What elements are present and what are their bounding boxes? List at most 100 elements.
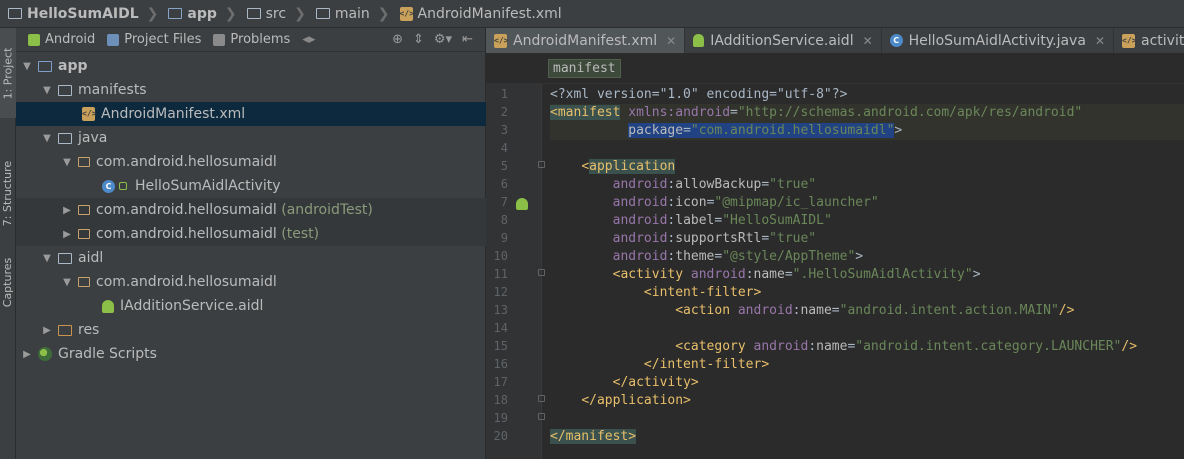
view-tab-scroll[interactable]: ◂▸	[298, 28, 323, 52]
line-number: 1	[500, 87, 508, 101]
tree-item-package-test[interactable]: ▶ com.android.hellosumaidl (test)	[16, 222, 486, 246]
chevron-right-icon: ❯	[224, 5, 237, 22]
expanded-arrow-icon[interactable]: ▼	[40, 85, 54, 96]
line-number: 7	[500, 195, 508, 209]
editor-tab-hello-activity[interactable]: C HelloSumAidlActivity.java ✕	[882, 28, 1114, 53]
folder-icon	[8, 8, 22, 19]
editor-tab-iaddition-service[interactable]: IAdditionService.aidl ✕	[685, 28, 882, 53]
tree-item-res[interactable]: ▶ res	[16, 318, 486, 342]
breadcrumb-manifest-file[interactable]: </> AndroidManifest.xml	[396, 0, 568, 27]
editor-tab-bar: </> AndroidManifest.xml ✕ IAdditionServi…	[486, 28, 1184, 54]
tree-item-iaddition-service[interactable]: IAdditionService.aidl	[16, 294, 486, 318]
problems-icon	[213, 33, 226, 46]
folder-icon	[58, 252, 72, 264]
project-panel: Android Project Files Problems ◂▸ ⊕ ⇕ ⚙▾…	[16, 28, 486, 459]
view-tab-project-files[interactable]: Project Files	[103, 28, 209, 52]
xml-structure-breadcrumb: manifest	[486, 54, 1184, 84]
chevron-right-icon: ❯	[294, 5, 306, 22]
folder-icon	[246, 8, 261, 19]
code-line-13: <action android:name="android.intent.act…	[675, 303, 1075, 318]
tree-item-package-main[interactable]: ▼ com.android.hellosumaidl	[16, 150, 486, 174]
android-icon	[693, 34, 705, 47]
navigation-breadcrumb: HelloSumAIDL ❯ app ❯ src ❯ main ❯ </> An…	[0, 0, 1184, 28]
settings-gear-icon[interactable]: ⚙▾	[434, 32, 452, 47]
close-icon[interactable]: ✕	[863, 34, 873, 48]
tree-item-android-manifest[interactable]: </> AndroidManifest.xml	[16, 102, 486, 126]
xml-file-icon: </>	[1122, 33, 1136, 48]
code-line-6: android:allowBackup="true"	[612, 177, 817, 192]
folder-icon	[58, 132, 72, 144]
close-icon[interactable]: ✕	[1095, 34, 1105, 48]
android-launcher-icon[interactable]	[516, 198, 528, 210]
tree-item-app[interactable]: ▼ app	[16, 54, 486, 78]
android-icon	[102, 299, 114, 313]
collapsed-arrow-icon[interactable]: ▶	[40, 325, 54, 336]
line-number: 4	[500, 141, 508, 155]
fold-marker-icon[interactable]	[538, 269, 545, 276]
line-number: 6	[500, 177, 508, 191]
locate-target-icon[interactable]: ⊕	[392, 32, 403, 47]
expanded-arrow-icon[interactable]: ▼	[40, 253, 54, 264]
expanded-arrow-icon[interactable]: ▼	[60, 277, 74, 288]
breadcrumb-project[interactable]: HelloSumAIDL ❯	[4, 0, 164, 27]
fold-marker-icon[interactable]	[538, 413, 545, 420]
line-number: 18	[493, 393, 508, 407]
breadcrumb-app[interactable]: app ❯	[164, 0, 242, 27]
class-icon: C	[889, 34, 903, 47]
gradle-icon	[38, 347, 52, 361]
expanded-arrow-icon[interactable]: ▼	[60, 157, 74, 168]
xml-file-icon: </>	[399, 6, 414, 21]
editor-tab-android-manifest[interactable]: </> AndroidManifest.xml ✕	[486, 28, 686, 53]
tree-item-aidl[interactable]: ▼ aidl	[16, 246, 486, 270]
expanded-arrow-icon[interactable]: ▼	[40, 133, 54, 144]
close-icon[interactable]: ✕	[666, 34, 676, 48]
package-icon	[78, 277, 90, 287]
line-number: 14	[493, 321, 508, 335]
class-icon: C	[102, 179, 115, 193]
tree-item-java[interactable]: ▼ java	[16, 126, 486, 150]
view-tab-android[interactable]: Android	[24, 28, 103, 52]
collapse-all-icon[interactable]: ⇕	[413, 32, 424, 47]
collapsed-arrow-icon[interactable]: ▶	[20, 349, 34, 360]
collapsed-arrow-icon[interactable]: ▶	[60, 229, 74, 240]
code-line-11: <activity android:name=".HelloSumAidlAct…	[612, 267, 981, 282]
breadcrumb-main[interactable]: main ❯	[312, 0, 396, 27]
code-area[interactable]: 1 2 3 4 5 6 7 8 9 10 11 12 13 14 15 16 1…	[486, 84, 1184, 459]
access-modifier-icon	[119, 182, 127, 190]
line-number: 5	[500, 159, 508, 173]
module-folder-icon	[168, 8, 183, 19]
line-number: 8	[500, 213, 508, 227]
project-toolbar: Android Project Files Problems ◂▸ ⊕ ⇕ ⚙▾…	[16, 28, 485, 52]
tool-tab-captures[interactable]: Captures	[0, 242, 16, 322]
tree-item-package-aidl[interactable]: ▼ com.android.hellosumaidl	[16, 270, 486, 294]
xml-breadcrumb-manifest[interactable]: manifest	[548, 59, 621, 78]
line-number: 3	[500, 123, 508, 137]
package-icon	[78, 229, 90, 239]
code-line-12: <intent-filter>	[643, 285, 762, 300]
collapsed-arrow-icon[interactable]: ▶	[60, 205, 74, 216]
code-line-2: <manifest xmlns:android="http://schemas.…	[550, 104, 1184, 122]
expanded-arrow-icon[interactable]: ▼	[20, 61, 34, 72]
fold-marker-icon[interactable]	[538, 161, 545, 168]
tree-item-hello-activity[interactable]: C HelloSumAidlActivity	[16, 174, 486, 198]
line-number: 10	[493, 249, 508, 263]
tree-item-package-androidtest[interactable]: ▶ com.android.hellosumaidl (androidTest)	[16, 198, 486, 222]
tree-item-manifests[interactable]: ▼ manifests	[16, 78, 486, 102]
editor-tab-activity-hello[interactable]: </> activity_hello	[1114, 28, 1184, 53]
fold-marker-icon[interactable]	[538, 395, 545, 402]
android-icon	[28, 33, 40, 46]
line-number: 13	[493, 303, 508, 317]
folder-icon	[315, 8, 330, 19]
line-number: 11	[493, 267, 508, 281]
tree-item-gradle-scripts[interactable]: ▶ Gradle Scripts	[16, 342, 486, 366]
hide-panel-icon[interactable]: ⇤	[462, 32, 473, 47]
code-line-10: android:theme="@style/AppTheme">	[612, 249, 864, 264]
tool-tab-structure[interactable]: 7: Structure	[0, 138, 16, 248]
project-files-icon	[107, 33, 120, 46]
tool-tab-project[interactable]: 1: Project	[0, 28, 16, 118]
code-line-15: <category android:name="android.intent.c…	[675, 339, 1138, 354]
breadcrumb-src[interactable]: src ❯	[243, 0, 312, 27]
module-folder-icon	[38, 60, 52, 72]
code-line-20: </manifest>	[550, 429, 637, 444]
view-tab-problems[interactable]: Problems	[209, 28, 298, 52]
